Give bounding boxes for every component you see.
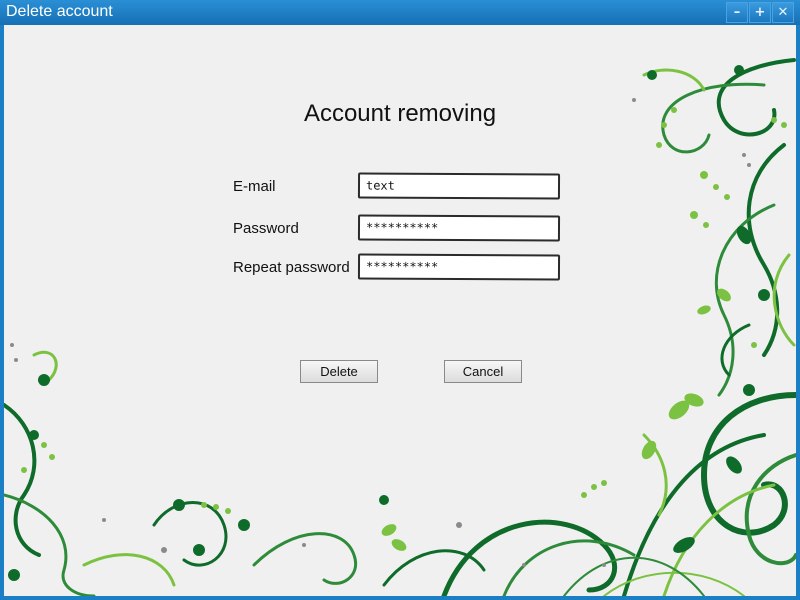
repeat-password-field[interactable] [357, 253, 561, 281]
email-field[interactable] [357, 172, 561, 200]
delete-account-window: Delete account – + ✕ Account removing E-… [0, 0, 800, 600]
minimize-icon[interactable]: – [726, 2, 748, 23]
maximize-icon[interactable]: + [749, 2, 771, 23]
password-label: Password [233, 220, 299, 237]
page-title: Account removing [303, 100, 497, 127]
window-title: Delete account [6, 3, 113, 20]
cancel-button[interactable]: Cancel [444, 360, 522, 383]
delete-button[interactable]: Delete [300, 360, 378, 383]
email-label: E-mail [233, 178, 276, 195]
dialog-client-area: Account removing E-mail Password Repeat … [4, 25, 796, 596]
password-field[interactable] [357, 214, 561, 242]
close-icon[interactable]: ✕ [772, 2, 794, 23]
repeat-password-label: Repeat password [233, 259, 350, 276]
title-bar[interactable]: Delete account – + ✕ [0, 0, 800, 25]
